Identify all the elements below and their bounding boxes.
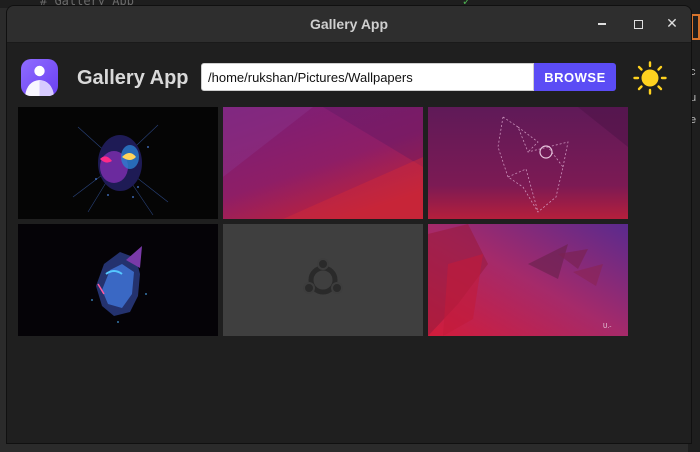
app-name-heading: Gallery App xyxy=(77,67,189,89)
sun-icon xyxy=(633,61,667,95)
title-bar[interactable]: Gallery App ✕ xyxy=(7,6,691,43)
close-icon: ✕ xyxy=(666,16,678,32)
folder-path-input[interactable] xyxy=(201,63,534,91)
browse-button[interactable]: BROWSE xyxy=(534,63,616,91)
minimize-button[interactable] xyxy=(587,6,617,42)
gallery-window: Gallery App ✕ Gallery App BROWSE xyxy=(6,5,692,444)
maximize-icon xyxy=(633,19,643,29)
thumbnail-ubuntu-red-geometric[interactable]: ᑌ.- xyxy=(428,224,628,336)
thumbnail-blue-neon-face[interactable] xyxy=(18,224,218,336)
theme-toggle-button[interactable] xyxy=(633,61,667,95)
svg-text:ᑌ.-: ᑌ.- xyxy=(603,323,611,330)
gallery-app-logo-icon xyxy=(21,59,58,96)
minimize-icon xyxy=(598,23,606,25)
thumbnail-spiderman-neon-face[interactable] xyxy=(18,107,218,219)
thumbnail-geometric-line-animal[interactable] xyxy=(428,107,628,219)
maximize-button[interactable] xyxy=(623,6,653,42)
thumbnail-ubuntu-logo-gray[interactable] xyxy=(223,224,423,336)
close-button[interactable]: ✕ xyxy=(657,6,687,42)
thumbnail-purple-gradient[interactable] xyxy=(223,107,423,219)
